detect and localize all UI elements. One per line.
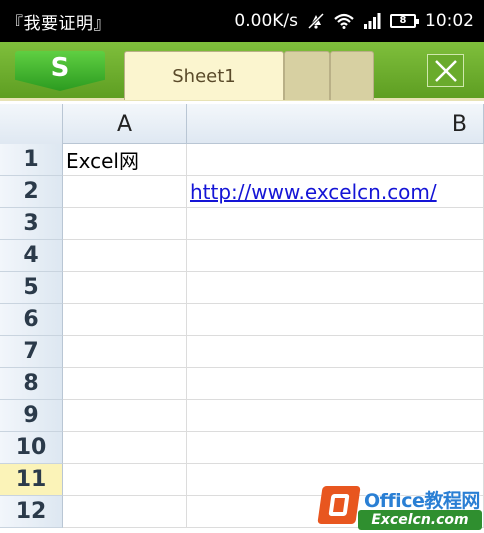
cell-a[interactable] <box>63 304 187 336</box>
cell-a[interactable] <box>63 240 187 272</box>
status-indicators: 0.00K/s 8 10:02 <box>234 11 474 31</box>
cell-b[interactable] <box>187 272 484 304</box>
cell-a[interactable] <box>63 176 187 208</box>
status-notification-title: 『我要证明』 <box>6 13 111 34</box>
row-header[interactable]: 2 <box>0 176 63 208</box>
table-row: 8 <box>0 368 484 400</box>
row-header[interactable]: 4 <box>0 240 63 272</box>
cell-b[interactable] <box>187 368 484 400</box>
cell-a[interactable] <box>63 368 187 400</box>
cell-b[interactable] <box>187 144 484 176</box>
column-header-a[interactable]: A <box>63 104 187 144</box>
mute-icon <box>307 12 325 30</box>
column-header-row: A B <box>0 104 484 144</box>
battery-icon: 8 <box>390 14 419 28</box>
cell-a[interactable] <box>63 432 187 464</box>
table-row: 6 <box>0 304 484 336</box>
clock: 10:02 <box>425 11 474 31</box>
tab-sheet1-label: Sheet1 <box>172 65 236 87</box>
tab-empty-1[interactable] <box>284 51 330 100</box>
cell-b[interactable] <box>187 208 484 240</box>
cell-b[interactable] <box>187 400 484 432</box>
table-row: 5 <box>0 272 484 304</box>
cell-a[interactable] <box>63 208 187 240</box>
row-header[interactable]: 3 <box>0 208 63 240</box>
row-header[interactable]: 12 <box>0 496 63 528</box>
cell-a[interactable] <box>63 496 187 528</box>
column-header-b[interactable]: B <box>187 104 484 144</box>
table-row: 10 <box>0 432 484 464</box>
status-bar: 『我要证明』 0.00K/s 8 10:02 <box>0 0 484 42</box>
row-header[interactable]: 7 <box>0 336 63 368</box>
sheet-tab-bar: S Sheet1 <box>0 42 484 101</box>
network-speed: 0.00K/s <box>234 11 298 31</box>
table-row: 2 http://www.excelcn.com/ <box>0 176 484 208</box>
row-header[interactable]: 8 <box>0 368 63 400</box>
close-button[interactable] <box>427 54 464 87</box>
cell-b[interactable] <box>187 304 484 336</box>
cell-a[interactable] <box>63 272 187 304</box>
watermark-url: Excelcn.com <box>358 510 482 530</box>
cell-a[interactable] <box>63 464 187 496</box>
row-header[interactable]: 5 <box>0 272 63 304</box>
table-row: 4 <box>0 240 484 272</box>
tab-empty-2[interactable] <box>330 51 374 100</box>
table-row: 7 <box>0 336 484 368</box>
office-logo-icon <box>317 486 361 524</box>
cell-a[interactable]: Excel网 <box>63 144 187 176</box>
hyperlink-cell[interactable]: http://www.excelcn.com/ <box>187 176 484 208</box>
row-header[interactable]: 10 <box>0 432 63 464</box>
cell-a[interactable] <box>63 336 187 368</box>
cell-b[interactable] <box>187 336 484 368</box>
signal-icon <box>363 13 381 29</box>
row-header[interactable]: 1 <box>0 144 63 176</box>
cell-b[interactable] <box>187 240 484 272</box>
table-row: 1 Excel网 <box>0 144 484 176</box>
row-header[interactable]: 11 <box>0 464 63 496</box>
tab-sheet1[interactable]: Sheet1 <box>124 51 284 100</box>
table-row: 9 <box>0 400 484 432</box>
row-header[interactable]: 6 <box>0 304 63 336</box>
watermark-title: Office教程网 <box>364 490 480 512</box>
spreadsheet-grid[interactable]: A B 1 Excel网 2 http://www.excelcn.com/3 4 5 6 7… <box>0 104 484 533</box>
app-logo-letter: S <box>50 53 70 83</box>
wifi-icon <box>334 13 354 29</box>
battery-level: 8 <box>399 15 407 26</box>
table-row: 3 <box>0 208 484 240</box>
cell-b[interactable] <box>187 432 484 464</box>
close-icon <box>434 59 457 82</box>
cell-a[interactable] <box>63 400 187 432</box>
watermark: Office教程网 Excelcn.com <box>317 484 484 533</box>
app-logo-button[interactable]: S <box>15 51 105 91</box>
select-all-corner[interactable] <box>0 104 63 144</box>
row-header[interactable]: 9 <box>0 400 63 432</box>
